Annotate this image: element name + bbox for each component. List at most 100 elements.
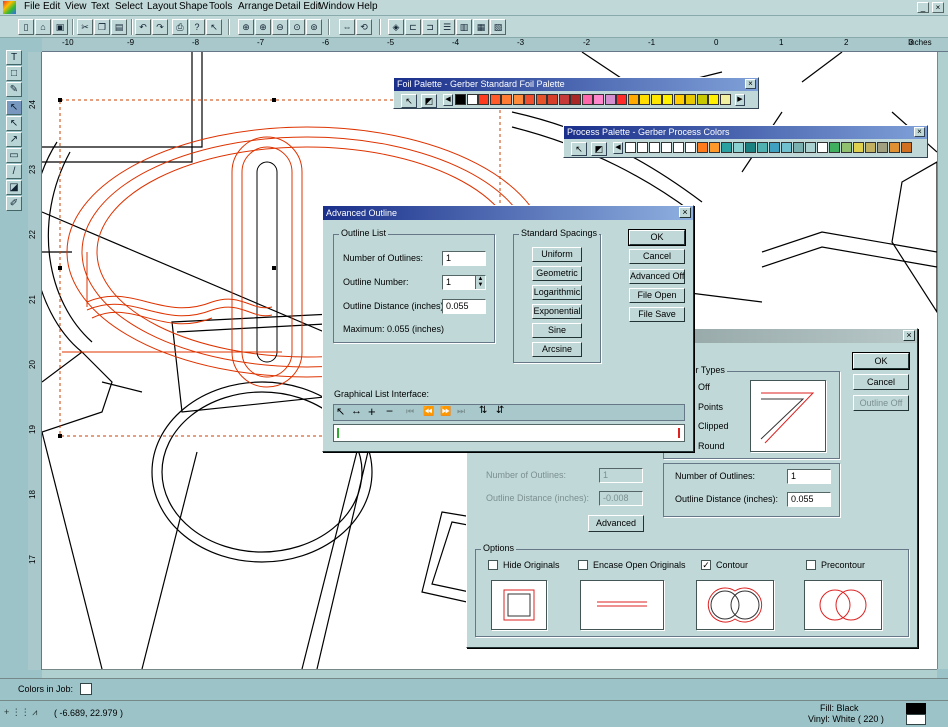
color-swatch[interactable] <box>535 94 547 105</box>
right-distance-field[interactable]: 0.055 <box>787 492 831 507</box>
sine-button[interactable]: Sine <box>532 323 582 338</box>
pointer-icon[interactable]: ↖ <box>336 405 345 418</box>
pencil-tool-icon[interactable]: ✎ <box>6 82 22 97</box>
geometric-button[interactable]: Geometric <box>532 266 582 281</box>
first-icon[interactable]: ⏮ <box>406 406 414 417</box>
dropper-tool-icon[interactable]: ↖ <box>571 142 587 156</box>
encase-open-originals-label[interactable]: Encase Open Originals <box>593 560 686 570</box>
color-swatch[interactable] <box>805 142 816 153</box>
corner-points-option[interactable]: Points <box>698 402 723 412</box>
color-swatch[interactable] <box>901 142 912 153</box>
color-swatch[interactable] <box>769 142 780 153</box>
mirror-icon[interactable]: ⇔ <box>339 19 355 35</box>
color-swatch[interactable] <box>524 94 535 105</box>
color-swatch[interactable] <box>697 142 708 153</box>
menu-tools[interactable]: Tools <box>209 1 232 12</box>
ok-button[interactable]: OK <box>628 229 686 246</box>
open-file-icon[interactable]: ⌂ <box>35 19 51 35</box>
right-num-outlines-field[interactable]: 1 <box>787 469 831 484</box>
close-window-button[interactable]: × <box>932 2 944 13</box>
color-swatch[interactable] <box>593 94 604 105</box>
fill-icon[interactable]: ◈ <box>388 19 404 35</box>
paste-icon[interactable]: ▤ <box>111 19 127 35</box>
color-swatch[interactable] <box>745 142 756 153</box>
advanced-off-button[interactable]: Advanced Off <box>629 269 685 284</box>
graphical-list-track[interactable] <box>333 424 685 442</box>
align-left-icon[interactable]: ⊏ <box>405 19 421 35</box>
pointer-tool-icon[interactable]: ↗ <box>6 132 22 147</box>
scroll-left-icon[interactable]: ◀ <box>613 142 623 154</box>
color-swatch[interactable] <box>781 142 792 153</box>
hide-originals-label[interactable]: Hide Originals <box>503 560 560 570</box>
logarithmic-button[interactable]: Logarithmic <box>532 285 582 300</box>
menu-arrange[interactable]: Arrange <box>238 1 274 12</box>
color-swatch[interactable] <box>757 142 768 153</box>
align-center-icon[interactable]: ⊐ <box>422 19 438 35</box>
color-swatch[interactable] <box>558 94 570 105</box>
contour-checkbox[interactable]: ✓ <box>701 560 711 570</box>
process-palette-close-icon[interactable]: × <box>914 127 925 137</box>
color-swatch[interactable] <box>661 142 672 153</box>
color-swatch[interactable] <box>708 94 719 105</box>
align-top-icon[interactable]: ▥ <box>456 19 472 35</box>
precontour-checkbox[interactable] <box>806 560 816 570</box>
rectangle-tool-icon[interactable]: □ <box>6 66 22 81</box>
palette-options-icon[interactable]: ◩ <box>591 142 607 156</box>
color-swatch[interactable] <box>877 142 888 153</box>
color-swatch[interactable] <box>547 94 558 105</box>
foil-palette-close-icon[interactable]: × <box>745 79 756 89</box>
paint-bucket-icon[interactable]: ◪ <box>6 180 22 195</box>
snap-icons[interactable]: + ⋮⋮ ⩘ <box>4 707 37 718</box>
fill-color-swatch[interactable] <box>906 703 926 714</box>
save-file-icon[interactable]: ▣ <box>52 19 68 35</box>
remove-outline-icon[interactable]: − <box>386 404 393 418</box>
zoom-in-icon[interactable]: ⊕ <box>255 19 271 35</box>
print-icon[interactable]: ⎙ <box>172 19 188 35</box>
zoom-icon[interactable]: ⊕ <box>238 19 254 35</box>
frame-tool-icon[interactable]: ▭ <box>6 148 22 163</box>
corner-round-option[interactable]: Round <box>698 441 725 451</box>
color-swatch[interactable] <box>512 94 524 105</box>
hide-originals-checkbox[interactable] <box>488 560 498 570</box>
left-num-outlines-field[interactable]: 1 <box>599 468 643 483</box>
next-icon[interactable]: ⏩ <box>440 406 451 417</box>
palette-options-icon[interactable]: ◩ <box>421 94 437 108</box>
cancel-button[interactable]: Cancel <box>629 249 685 264</box>
eyedropper-icon[interactable]: ✐ <box>6 196 22 211</box>
arcsine-button[interactable]: Arcsine <box>532 342 582 357</box>
horizontal-scrollbar[interactable] <box>42 669 937 678</box>
text-tool-icon[interactable]: T <box>6 50 22 65</box>
color-swatch[interactable] <box>793 142 804 153</box>
menu-file[interactable]: File <box>24 1 40 12</box>
color-swatch[interactable] <box>673 94 685 105</box>
color-swatch[interactable] <box>817 142 828 153</box>
color-swatch[interactable] <box>662 94 673 105</box>
outline-dialog-close-icon[interactable]: × <box>903 330 915 341</box>
context-help-icon[interactable]: ↖ <box>206 19 222 35</box>
corner-off-option[interactable]: Off <box>698 382 710 392</box>
scroll-left-icon[interactable]: ◀ <box>443 94 453 106</box>
select-tool-icon[interactable]: ↖ <box>6 100 22 115</box>
menu-view[interactable]: View <box>65 1 87 12</box>
color-swatch[interactable] <box>733 142 744 153</box>
vertical-scrollbar[interactable] <box>937 52 948 669</box>
file-save-button[interactable]: File Save <box>629 307 685 322</box>
color-swatch[interactable] <box>625 142 636 153</box>
uniform-button[interactable]: Uniform <box>532 247 582 262</box>
sort-ascending-icon[interactable]: ⇅ <box>479 405 487 416</box>
color-swatch[interactable] <box>466 94 478 105</box>
color-swatch[interactable] <box>616 94 627 105</box>
advanced-outline-title[interactable]: Advanced Outline <box>323 206 693 220</box>
corner-clipped-option[interactable]: Clipped <box>698 421 729 431</box>
color-swatch[interactable] <box>889 142 900 153</box>
exponential-button[interactable]: Exponential <box>532 304 582 319</box>
new-file-icon[interactable]: ▯ <box>18 19 34 35</box>
menu-layout[interactable]: Layout <box>147 1 177 12</box>
help-icon[interactable]: ? <box>189 19 205 35</box>
color-swatch[interactable] <box>829 142 840 153</box>
foil-palette-title[interactable]: Foil Palette - Gerber Standard Foil Pale… <box>394 78 758 91</box>
left-distance-field[interactable]: -0.008 <box>599 491 643 506</box>
color-swatch[interactable] <box>650 94 662 105</box>
color-swatch[interactable] <box>455 94 466 105</box>
file-open-button[interactable]: File Open <box>629 288 685 303</box>
